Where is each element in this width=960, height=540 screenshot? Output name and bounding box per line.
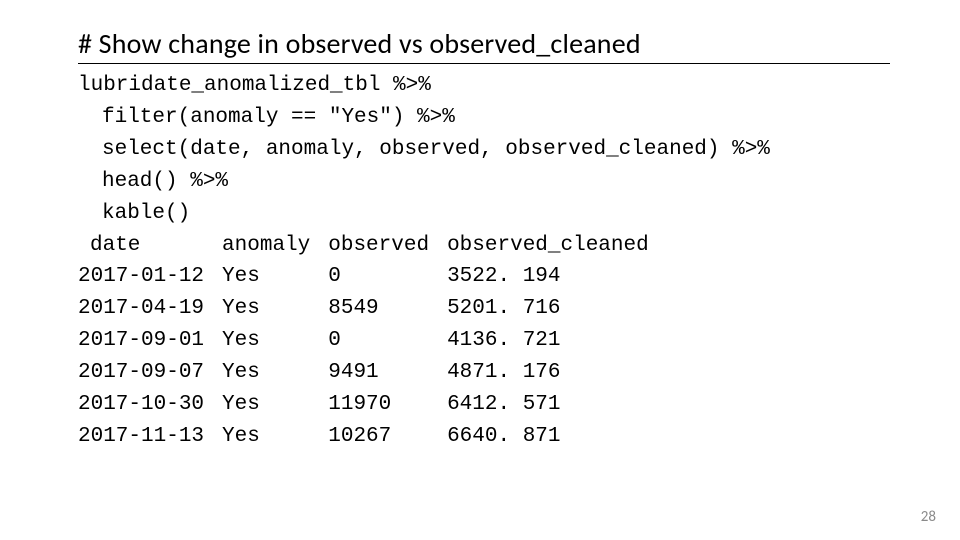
cell-anomaly: Yes — [222, 325, 328, 357]
cell-date: 2017-09-01 — [78, 325, 222, 357]
cell-observed-cleaned: 3522. 194 — [447, 261, 667, 293]
cell-observed-cleaned: 5201. 716 — [447, 293, 667, 325]
page-number: 28 — [921, 508, 936, 526]
code-line: lubridate_anomalized_tbl %>% — [78, 74, 431, 97]
code-line: filter(anomaly == "Yes") %>% — [78, 106, 455, 129]
cell-observed: 0 — [328, 325, 447, 357]
col-header-observed: observed — [328, 230, 447, 262]
cell-date: 2017-01-12 — [78, 261, 222, 293]
col-header-date: date — [78, 230, 222, 262]
cell-observed-cleaned: 6640. 871 — [447, 421, 667, 453]
cell-observed: 11970 — [328, 389, 447, 421]
code-line: kable() — [78, 202, 190, 225]
cell-observed: 0 — [328, 261, 447, 293]
table-row: 2017-04-19 Yes 8549 5201. 716 — [78, 293, 667, 325]
cell-observed-cleaned: 4871. 176 — [447, 357, 667, 389]
table-row: 2017-09-07 Yes 9491 4871. 176 — [78, 357, 667, 389]
output-table: date anomaly observed observed_cleaned 2… — [78, 230, 667, 453]
cell-anomaly: Yes — [222, 421, 328, 453]
table-header-row: date anomaly observed observed_cleaned — [78, 230, 667, 262]
col-header-anomaly: anomaly — [222, 230, 328, 262]
cell-date: 2017-11-13 — [78, 421, 222, 453]
table-row: 2017-11-13 Yes 10267 6640. 871 — [78, 421, 667, 453]
cell-date: 2017-09-07 — [78, 357, 222, 389]
cell-anomaly: Yes — [222, 357, 328, 389]
cell-observed-cleaned: 4136. 721 — [447, 325, 667, 357]
code-line: head() %>% — [78, 170, 228, 193]
cell-observed: 10267 — [328, 421, 447, 453]
cell-date: 2017-10-30 — [78, 389, 222, 421]
cell-observed: 8549 — [328, 293, 447, 325]
cell-anomaly: Yes — [222, 293, 328, 325]
table-row: 2017-09-01 Yes 0 4136. 721 — [78, 325, 667, 357]
code-line: select(date, anomaly, observed, observed… — [78, 138, 770, 161]
col-header-observed-cleaned: observed_cleaned — [447, 230, 667, 262]
cell-anomaly: Yes — [222, 389, 328, 421]
slide-title: # Show change in observed vs observed_cl… — [78, 26, 890, 64]
table-row: 2017-10-30 Yes 11970 6412. 571 — [78, 389, 667, 421]
code-block: lubridate_anomalized_tbl %>% filter(anom… — [78, 70, 890, 230]
cell-anomaly: Yes — [222, 261, 328, 293]
cell-date: 2017-04-19 — [78, 293, 222, 325]
table-row: 2017-01-12 Yes 0 3522. 194 — [78, 261, 667, 293]
cell-observed: 9491 — [328, 357, 447, 389]
cell-observed-cleaned: 6412. 571 — [447, 389, 667, 421]
slide-content: # Show change in observed vs observed_cl… — [0, 0, 960, 453]
